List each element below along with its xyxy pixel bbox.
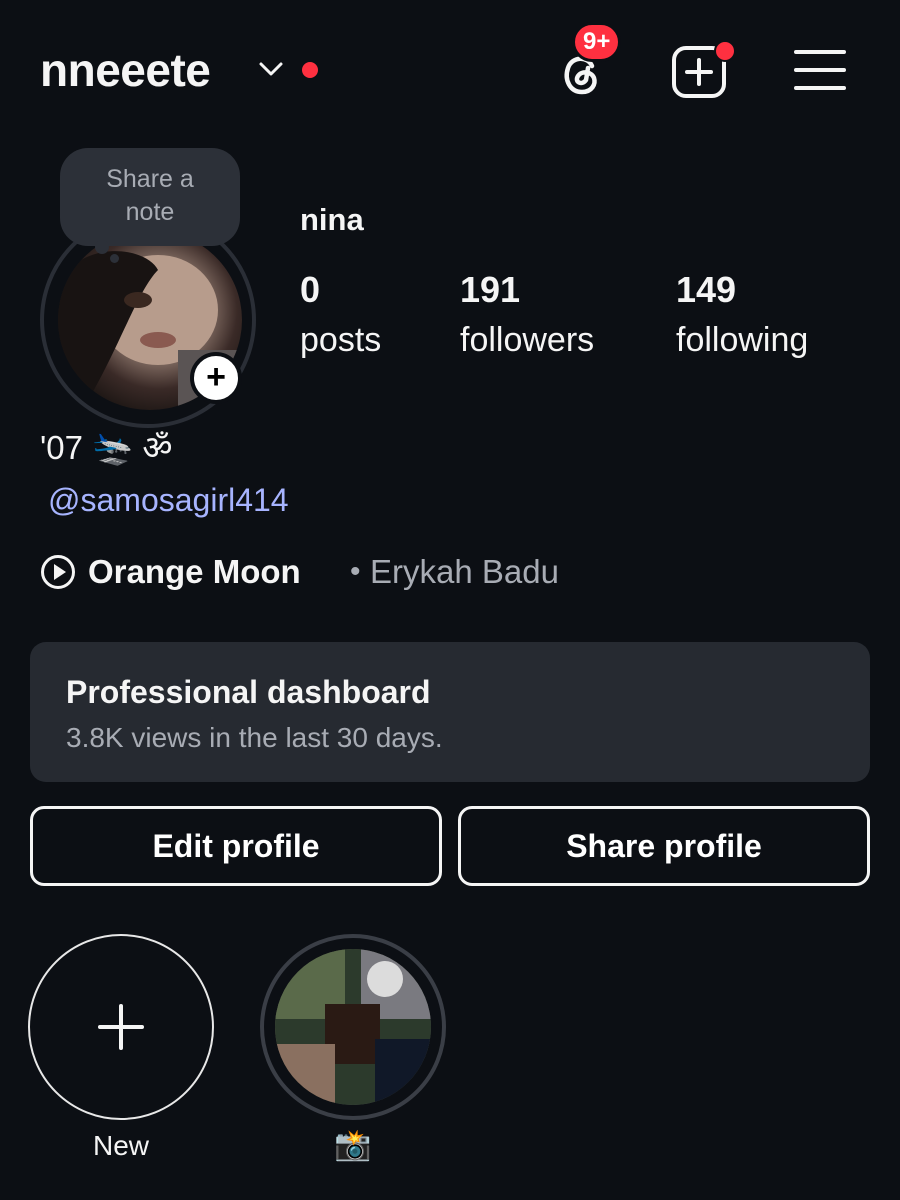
account-username[interactable]: nneeete <box>40 40 211 100</box>
highlight-label: 📸 <box>334 1129 372 1162</box>
stat-following-value: 149 <box>676 269 737 310</box>
music-separator: • <box>350 555 361 588</box>
share-note-text: Share a note <box>106 165 194 226</box>
notification-badge: 9+ <box>572 22 622 62</box>
music-artist: Erykah Badu <box>370 553 559 590</box>
music-song-title: Orange Moon <box>88 553 301 590</box>
new-highlight-label: New <box>92 1130 149 1161</box>
profile-bio: '07 🛬 ॐ <box>40 429 173 466</box>
stat-following[interactable]: 149 following <box>676 268 808 362</box>
plus-icon <box>98 1004 144 1050</box>
menu-icon[interactable] <box>794 46 846 94</box>
stat-followers-label: followers <box>460 321 595 359</box>
stat-posts-label: posts <box>300 321 382 359</box>
professional-dashboard-card[interactable]: Professional dashboard 3.8K views in the… <box>30 642 870 782</box>
stat-following-label: following <box>676 321 809 359</box>
create-notification-dot <box>714 40 736 62</box>
share-note-bubble[interactable]: Share a note <box>60 148 240 246</box>
edit-profile-button[interactable]: Edit profile <box>30 806 442 886</box>
dashboard-title: Professional dashboard <box>66 674 431 710</box>
highlight-cover[interactable] <box>275 949 431 1105</box>
profile-music[interactable]: Orange Moon • Erykah Badu <box>40 550 560 594</box>
stat-posts-value: 0 <box>300 269 321 310</box>
account-notification-dot <box>302 62 318 78</box>
stat-followers[interactable]: 191 followers <box>460 268 594 362</box>
share-profile-button[interactable]: Share profile <box>458 806 870 886</box>
bio-mention-link[interactable]: @samosagirl414 <box>48 478 289 522</box>
add-story-button[interactable]: + <box>190 352 242 404</box>
profile-name: nina <box>300 202 364 237</box>
note-bubble-tail <box>95 240 109 254</box>
highlight-cover-image <box>275 949 431 1105</box>
dashboard-subtitle: 3.8K views in the last 30 days. <box>66 722 443 753</box>
play-circle-icon <box>41 555 75 589</box>
stat-posts[interactable]: 0 posts <box>300 268 381 362</box>
chevron-down-icon[interactable] <box>258 58 284 80</box>
stat-followers-value: 191 <box>460 269 521 310</box>
note-bubble-tail-small <box>110 254 119 263</box>
